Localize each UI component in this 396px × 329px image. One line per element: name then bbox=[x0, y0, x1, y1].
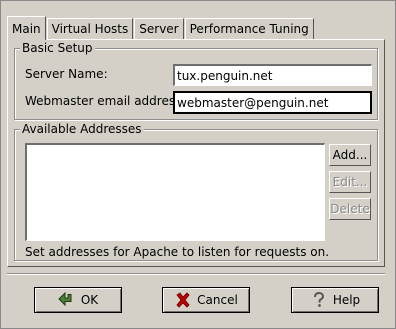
ok-button[interactable]: OK bbox=[34, 287, 122, 313]
tab-main[interactable]: Main bbox=[7, 16, 46, 40]
ok-label: OK bbox=[80, 293, 99, 307]
button-separator bbox=[7, 273, 385, 275]
add-address-button[interactable]: Add... bbox=[329, 144, 371, 166]
tab-virtual-hosts[interactable]: Virtual Hosts bbox=[46, 18, 134, 39]
tab-server[interactable]: Server bbox=[134, 18, 184, 39]
available-addresses-title: Available Addresses bbox=[20, 122, 144, 136]
addresses-hint: Set addresses for Apache to listen for r… bbox=[25, 245, 330, 259]
delete-address-button[interactable]: Delete bbox=[329, 198, 371, 220]
cancel-x-icon bbox=[174, 291, 192, 309]
addresses-list[interactable] bbox=[25, 143, 325, 241]
server-name-label: Server Name: bbox=[25, 67, 108, 81]
cancel-label: Cancel bbox=[197, 293, 238, 307]
help-button[interactable]: Help bbox=[291, 287, 379, 313]
apache-config-dialog: Main Virtual Hosts Server Performance Tu… bbox=[0, 0, 396, 329]
tab-performance-tuning[interactable]: Performance Tuning bbox=[184, 18, 314, 39]
server-name-input[interactable] bbox=[173, 64, 372, 86]
ok-arrow-icon bbox=[58, 291, 76, 309]
edit-address-button[interactable]: Edit... bbox=[329, 171, 371, 193]
available-addresses-frame: Available Addresses Add... Edit... Delet… bbox=[14, 122, 378, 261]
webmaster-email-label: Webmaster email address: bbox=[25, 94, 186, 108]
webmaster-email-input[interactable] bbox=[173, 91, 372, 114]
help-label: Help bbox=[332, 293, 361, 307]
basic-setup-frame: Basic Setup Server Name: Webmaster email… bbox=[14, 41, 378, 120]
main-tab-page: Basic Setup Server Name: Webmaster email… bbox=[7, 39, 385, 267]
basic-setup-title: Basic Setup bbox=[20, 41, 95, 55]
tab-bar: Main Virtual Hosts Server Performance Tu… bbox=[7, 15, 315, 40]
help-question-icon bbox=[310, 291, 328, 309]
cancel-button[interactable]: Cancel bbox=[162, 287, 250, 313]
